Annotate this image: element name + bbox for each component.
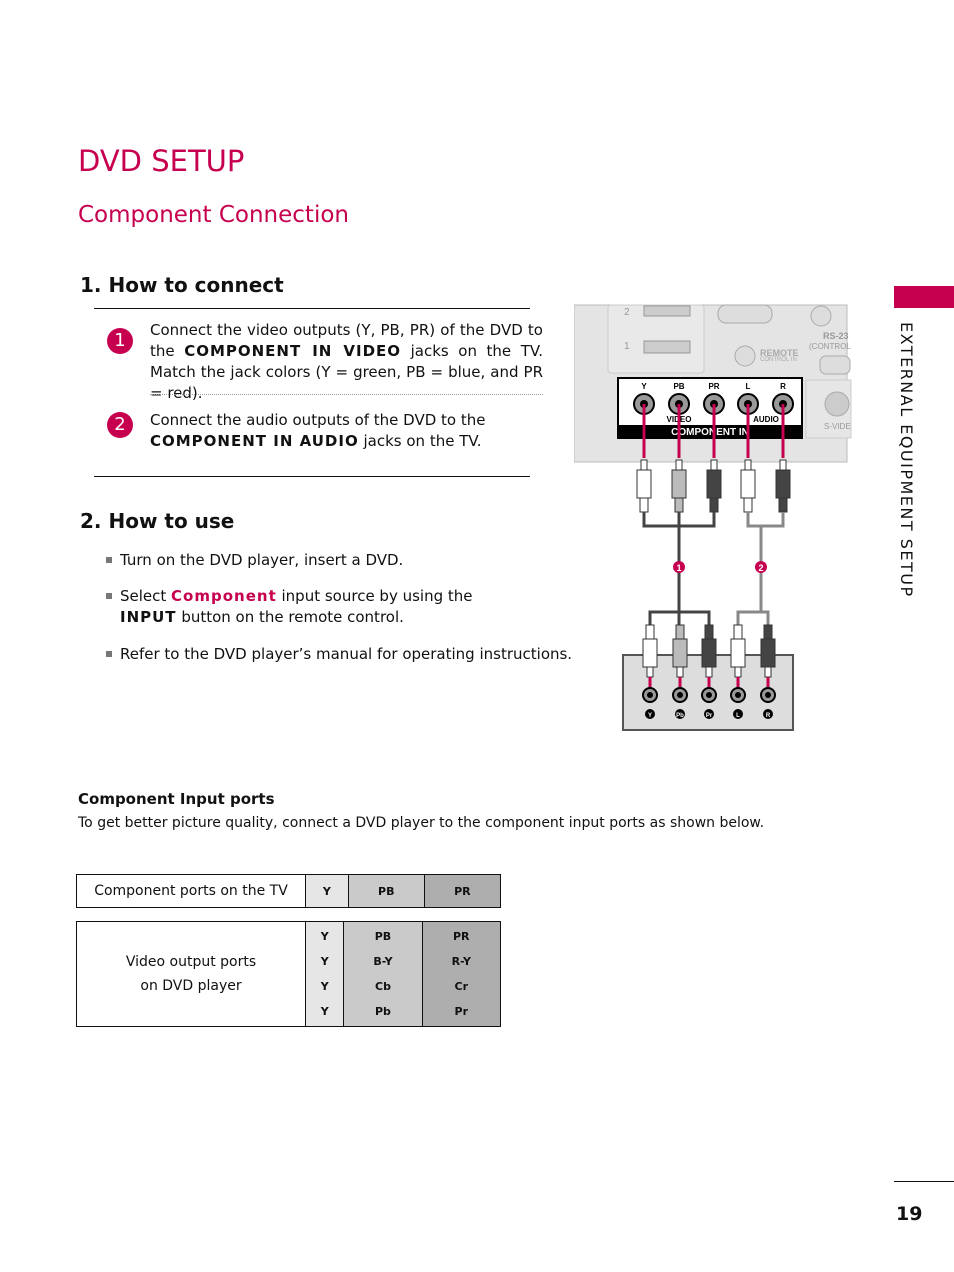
dvd-row-label: Video output ports on DVD player bbox=[76, 921, 306, 1027]
rs232-port-icon bbox=[819, 355, 851, 375]
divider bbox=[94, 308, 530, 309]
page-subtitle: Component Connection bbox=[78, 202, 349, 228]
jack-label: PR bbox=[708, 382, 719, 391]
rca-plug bbox=[775, 469, 791, 499]
jack-label: Y bbox=[641, 382, 647, 391]
rca-plug bbox=[636, 469, 652, 499]
dvd-ports-table: Video output ports on DVD player YYYY PB B… bbox=[76, 921, 502, 1027]
page-number: 19 bbox=[896, 1203, 923, 1225]
ports-heading: Component Input ports bbox=[78, 790, 275, 808]
rca-plug bbox=[675, 624, 685, 640]
side-tab-marker bbox=[894, 286, 954, 308]
bullet-item: Refer to the DVD player’s manual for ope… bbox=[106, 644, 572, 665]
tv-ports-table: Component ports on the TV Y PB PR bbox=[76, 874, 502, 908]
rca-plug bbox=[733, 624, 743, 640]
page-title: DVD SETUP bbox=[78, 144, 245, 178]
jack-label: R bbox=[780, 382, 786, 391]
dvd-jack-label: Pr bbox=[706, 713, 713, 719]
rca-plug bbox=[671, 469, 687, 499]
rgb-port-icon bbox=[717, 304, 773, 324]
rca-plug bbox=[763, 624, 773, 640]
cell: PR bbox=[423, 874, 502, 908]
rca-plug bbox=[740, 469, 756, 499]
rca-plug bbox=[704, 624, 714, 640]
hdmi-label: 1 bbox=[624, 341, 630, 352]
bullet-item: Turn on the DVD player, insert a DVD. bbox=[106, 550, 403, 571]
dvd-jack-label: L bbox=[736, 713, 740, 719]
rca-plug bbox=[645, 624, 655, 640]
connection-diagram: 2 1 REMOTE CONTROL IN RS-23 (CONTROL S-V… bbox=[574, 304, 852, 731]
hdmi-port-icon bbox=[643, 340, 691, 354]
rca-plug bbox=[706, 469, 722, 499]
svg-text:S-VIDE: S-VIDE bbox=[824, 422, 851, 431]
ports-description: To get better picture quality, connect a… bbox=[78, 815, 765, 831]
step-number-1: 1 bbox=[107, 328, 133, 354]
step-number-2: 2 bbox=[107, 412, 133, 438]
col-pb: PB B-Y Cb Pb bbox=[343, 921, 423, 1027]
jack-label: PB bbox=[673, 382, 684, 391]
step-1-text: Connect the video outputs (Y, PB, PR) of… bbox=[150, 321, 543, 402]
hdmi-port-icon bbox=[643, 305, 691, 317]
step-2-text: Connect the audio outputs of the DVD to … bbox=[150, 411, 486, 450]
svg-text:CONTROL IN: CONTROL IN bbox=[760, 357, 797, 363]
audio-cable bbox=[746, 512, 785, 612]
divider bbox=[894, 1181, 954, 1182]
dvd-jack-label: Pb bbox=[676, 713, 684, 719]
hdmi-label: 2 bbox=[624, 307, 630, 318]
bullet-item: Select Component input source by using t… bbox=[106, 586, 520, 628]
section-heading-connect: 1. How to connect bbox=[80, 273, 284, 297]
svg-text:RS-23: RS-23 bbox=[823, 331, 849, 341]
jack-label: L bbox=[746, 382, 751, 391]
svg-text:2: 2 bbox=[758, 563, 763, 573]
col-pr: PR R-Y Cr Pr bbox=[421, 921, 502, 1027]
s-video-port-icon bbox=[824, 391, 850, 417]
dotted-divider bbox=[150, 394, 543, 395]
cell: Y bbox=[305, 874, 349, 908]
remote-port-icon bbox=[734, 345, 756, 367]
cell: PB bbox=[347, 874, 425, 908]
svg-text:1: 1 bbox=[676, 563, 681, 573]
svg-text:AUDIO: AUDIO bbox=[753, 415, 779, 424]
svg-text:(CONTROL: (CONTROL bbox=[809, 342, 851, 351]
dvd-jack-label: R bbox=[766, 713, 771, 719]
section-heading-use: 2. How to use bbox=[80, 509, 235, 533]
col-y: YYYY bbox=[304, 921, 345, 1027]
dvd-jack-label: Y bbox=[648, 713, 652, 719]
side-tab-label: EXTERNAL EQUIPMENT SETUP bbox=[897, 322, 916, 598]
tv-row-label: Component ports on the TV bbox=[76, 874, 306, 908]
divider bbox=[94, 476, 530, 477]
svg-text:COMPONENT IN: COMPONENT IN bbox=[671, 427, 749, 438]
manual-page: DVD SETUP Component Connection 1. How to… bbox=[0, 0, 954, 1272]
audio-port-icon bbox=[810, 305, 832, 327]
